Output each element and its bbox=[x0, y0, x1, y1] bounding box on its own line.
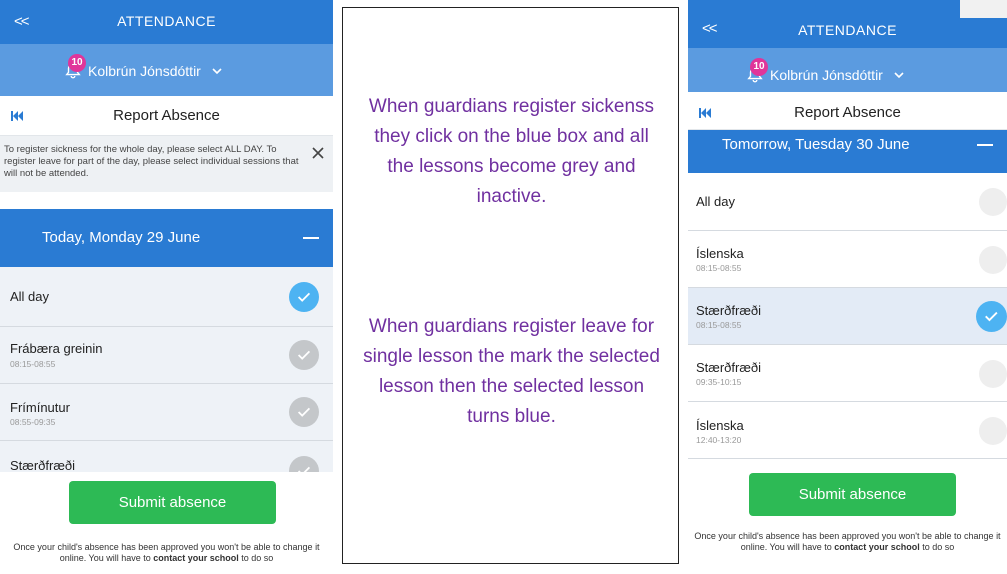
lesson-name: All day bbox=[696, 194, 736, 209]
bell-icon[interactable]: 10 bbox=[64, 54, 86, 80]
lesson-time: 09:35-10:15 bbox=[696, 377, 742, 387]
lesson-time: 08:15-08:55 bbox=[10, 359, 56, 369]
minus-icon[interactable] bbox=[303, 237, 319, 239]
chevron-down-icon[interactable] bbox=[893, 69, 905, 81]
submit-absence-button[interactable]: Submit absence bbox=[69, 481, 276, 524]
approval-note: Once your child's absence has been appro… bbox=[0, 542, 333, 564]
lesson-name: Stærðfræði bbox=[696, 360, 762, 375]
report-absence-bar: Report Absence bbox=[688, 92, 1007, 130]
close-icon[interactable] bbox=[311, 146, 325, 160]
top-bar: << ATTENDANCE bbox=[0, 0, 333, 44]
corner-patch bbox=[960, 0, 1007, 18]
day-label: Today, Monday 29 June bbox=[42, 229, 201, 246]
lesson-name: Stærðfræði bbox=[10, 458, 76, 473]
checkbox-circle-icon[interactable] bbox=[979, 188, 1007, 216]
lesson-row: Frábæra greinin 08:15-08:55 bbox=[0, 327, 333, 384]
page-title: ATTENDANCE bbox=[798, 22, 897, 38]
lesson-row[interactable]: Íslenska 12:40-13:20 bbox=[688, 402, 1007, 459]
report-absence-title: Report Absence bbox=[113, 107, 220, 124]
lesson-time: 12:40-13:20 bbox=[696, 435, 742, 445]
lesson-name: Íslenska bbox=[696, 246, 744, 261]
notification-badge: 10 bbox=[68, 54, 86, 72]
lesson-row[interactable]: Íslenska 08:15-08:55 bbox=[688, 231, 1007, 288]
annotation-sickness: When guardians register sickenss they cl… bbox=[368, 96, 655, 207]
report-absence-title: Report Absence bbox=[794, 104, 901, 121]
day-header[interactable]: Tomorrow, Tuesday 30 June bbox=[688, 130, 1007, 173]
annotation-box: When guardians register sickenss they cl… bbox=[342, 7, 679, 564]
report-absence-bar: Report Absence bbox=[0, 96, 333, 136]
lesson-name: Íslenska bbox=[696, 418, 744, 433]
left-phone-screen: << ATTENDANCE 10 Kolbrún Jónsdóttir Repo… bbox=[0, 0, 333, 574]
bell-icon[interactable]: 10 bbox=[746, 58, 768, 84]
checkbox-circle-icon[interactable] bbox=[979, 246, 1007, 274]
lesson-name: Frímínutur bbox=[10, 400, 70, 415]
lesson-time: 08:15-08:55 bbox=[696, 320, 742, 330]
day-header[interactable]: Today, Monday 29 June bbox=[0, 209, 333, 267]
checkmark-icon[interactable] bbox=[289, 282, 319, 312]
lesson-row-selected[interactable]: Stærðfræði 08:15-08:55 bbox=[688, 288, 1007, 345]
contact-school-link[interactable]: contact your school bbox=[153, 553, 239, 563]
note-text-end: to do so bbox=[238, 553, 274, 563]
notice-text: To register sickness for the whole day, … bbox=[4, 144, 299, 179]
lesson-time: 08:55-09:35 bbox=[10, 417, 56, 427]
lesson-name: Frábæra greinin bbox=[10, 341, 103, 356]
instruction-notice: To register sickness for the whole day, … bbox=[0, 136, 333, 192]
checkbox-circle-icon[interactable] bbox=[979, 417, 1007, 445]
checkmark-icon[interactable] bbox=[976, 301, 1007, 332]
user-selector[interactable]: 10 Kolbrún Jónsdóttir bbox=[0, 44, 333, 96]
day-label: Tomorrow, Tuesday 30 June bbox=[722, 136, 910, 153]
chevron-down-icon[interactable] bbox=[211, 65, 223, 77]
lesson-row: Frímínutur 08:55-09:35 bbox=[0, 384, 333, 441]
lesson-row[interactable]: All day bbox=[0, 267, 333, 327]
minus-icon[interactable] bbox=[977, 144, 993, 146]
lesson-row[interactable]: All day bbox=[688, 173, 1007, 231]
lesson-row[interactable]: Stærðfræði 09:35-10:15 bbox=[688, 345, 1007, 402]
user-name: Kolbrún Jónsdóttir bbox=[88, 63, 201, 79]
user-selector[interactable]: 10 Kolbrún Jónsdóttir bbox=[688, 48, 1007, 92]
lesson-time: 08:15-08:55 bbox=[696, 263, 742, 273]
checkbox-circle-icon[interactable] bbox=[979, 360, 1007, 388]
checkmark-icon bbox=[289, 397, 319, 427]
user-name: Kolbrún Jónsdóttir bbox=[770, 67, 883, 83]
submit-absence-button[interactable]: Submit absence bbox=[749, 473, 956, 516]
lesson-name: Stærðfræði bbox=[696, 303, 762, 318]
annotation-single-lesson: When guardians register leave for single… bbox=[363, 316, 660, 427]
checkmark-icon bbox=[289, 340, 319, 370]
lesson-name: All day bbox=[10, 289, 50, 304]
contact-school-link[interactable]: contact your school bbox=[834, 542, 920, 552]
page-title: ATTENDANCE bbox=[117, 13, 216, 29]
right-phone-screen: << ATTENDANCE 10 Kolbrún Jónsdóttir Repo… bbox=[688, 0, 1007, 574]
notification-badge: 10 bbox=[750, 58, 768, 76]
approval-note: Once your child's absence has been appro… bbox=[688, 531, 1007, 553]
note-text-end: to do so bbox=[919, 542, 955, 552]
